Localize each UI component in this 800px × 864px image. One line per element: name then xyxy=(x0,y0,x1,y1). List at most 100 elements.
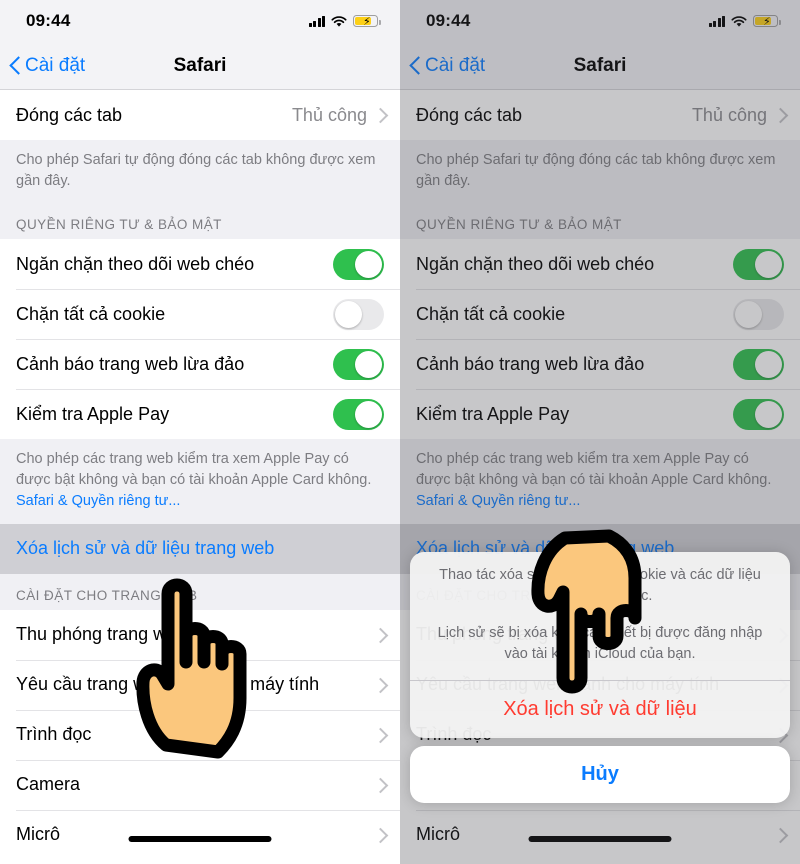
wifi-icon xyxy=(331,15,347,27)
apple-pay-footer-text: Cho phép các trang web kiểm tra xem Appl… xyxy=(416,451,772,488)
apple-pay-footer: Cho phép các trang web kiểm tra xem Appl… xyxy=(0,439,400,524)
privacy-section-header: QUYỀN RIÊNG TƯ & BẢO MẬT xyxy=(0,203,400,240)
site-settings-header: CÀI ĐẶT CHO TRANG WEB xyxy=(0,573,400,610)
chevron-left-icon xyxy=(10,56,21,75)
chevron-right-icon xyxy=(375,827,384,843)
safari-privacy-link[interactable]: Safari & Quyền riêng tư... xyxy=(16,491,384,512)
status-bar-indicators: ⚡ xyxy=(708,15,781,28)
apple-pay-footer-text: Cho phép các trang web kiểm tra xem Appl… xyxy=(16,451,372,488)
row-toggle-apple-pay[interactable]: Kiểm tra Apple Pay xyxy=(400,389,800,440)
phone-screen-before: 09:44 ⚡ Cài đặt Safari Đóng các tab Thủ … xyxy=(0,0,400,864)
toggle-fraud-warning[interactable] xyxy=(733,348,784,380)
row-toggle-apple-pay[interactable]: Kiểm tra Apple Pay xyxy=(0,389,400,440)
back-button-label: Cài đặt xyxy=(25,54,86,76)
battery-charging-icon: ⚡ xyxy=(753,15,781,28)
row-label: Đóng các tab xyxy=(16,104,123,125)
row-label: Thu phóng trang web xyxy=(16,624,187,645)
site-settings-list: Thu phóng trang web Yêu cầu trang web dà… xyxy=(0,609,400,860)
toggle-cross-site-tracking[interactable] xyxy=(333,248,384,280)
row-reader[interactable]: Trình đọc xyxy=(0,709,400,760)
status-bar-time: 09:44 xyxy=(26,11,71,30)
apple-pay-footer: Cho phép các trang web kiểm tra xem Appl… xyxy=(400,439,800,524)
toggle-cross-site-tracking[interactable] xyxy=(733,248,784,280)
row-label: Trình đọc xyxy=(16,724,92,745)
back-button[interactable]: Cài đặt xyxy=(0,55,85,77)
wifi-icon xyxy=(731,15,747,27)
row-label: Micrô xyxy=(16,824,60,845)
row-label: Xóa lịch sử và dữ liệu trang web xyxy=(16,538,275,559)
chevron-right-icon xyxy=(775,827,784,843)
chevron-left-icon xyxy=(410,56,421,75)
row-label: Kiểm tra Apple Pay xyxy=(416,403,570,424)
row-microphone[interactable]: Micrô xyxy=(0,809,400,860)
row-label: Yêu cầu trang web dành cho máy tính xyxy=(16,674,320,695)
action-sheet-message-line2: Lịch sử sẽ bị xóa khỏi các thiết bị được… xyxy=(437,625,763,663)
privacy-toggle-list: Ngăn chặn theo dõi web chéo Chặn tất cả … xyxy=(400,239,800,440)
row-toggle-block-cookies[interactable]: Chặn tất cả cookie xyxy=(400,289,800,340)
cellular-bars-icon xyxy=(308,15,325,27)
row-toggle-cross-site-tracking[interactable]: Ngăn chặn theo dõi web chéo xyxy=(400,239,800,290)
toggle-apple-pay[interactable] xyxy=(733,398,784,430)
row-label: Micrô xyxy=(416,824,460,845)
navigation-bar: Cài đặt Safari xyxy=(400,42,800,90)
settings-list: Đóng các tab Thủ công xyxy=(0,90,400,140)
clear-history-confirm-button[interactable]: Xóa lịch sử và dữ liệu xyxy=(410,681,790,738)
privacy-toggle-list: Ngăn chặn theo dõi web chéo Chặn tất cả … xyxy=(0,239,400,440)
toggle-fraud-warning[interactable] xyxy=(333,348,384,380)
status-bar: 09:44 ⚡ xyxy=(0,0,400,42)
row-toggle-cross-site-tracking[interactable]: Ngăn chặn theo dõi web chéo xyxy=(0,239,400,290)
chevron-right-icon xyxy=(375,107,384,123)
home-indicator xyxy=(128,836,272,842)
row-request-desktop-site[interactable]: Yêu cầu trang web dành cho máy tính xyxy=(0,659,400,710)
phone-screen-after: 09:44 ⚡ Cài đặt Safari Đóng các tab Thủ … xyxy=(400,0,800,864)
chevron-right-icon xyxy=(375,777,384,793)
chevron-right-icon xyxy=(775,107,784,123)
toggle-apple-pay[interactable] xyxy=(333,398,384,430)
cellular-bars-icon xyxy=(708,15,725,27)
row-label: Kiểm tra Apple Pay xyxy=(16,403,170,424)
navigation-bar: Cài đặt Safari xyxy=(0,42,400,90)
clear-history-list: Xóa lịch sử và dữ liệu trang web xyxy=(0,523,400,574)
close-tabs-footer: Cho phép Safari tự động đóng các tab khô… xyxy=(0,140,400,204)
chevron-right-icon xyxy=(375,677,384,693)
action-sheet-message-line1: Thao tác xóa sẽ xóa lịch sử, cookie và c… xyxy=(439,567,761,605)
row-clear-history[interactable]: Xóa lịch sử và dữ liệu trang web xyxy=(0,523,400,574)
row-microphone[interactable]: Micrô xyxy=(400,809,800,860)
battery-charging-icon: ⚡ xyxy=(353,15,381,28)
row-close-tabs[interactable]: Đóng các tab Thủ công xyxy=(400,90,800,140)
action-sheet-message: Thao tác xóa sẽ xóa lịch sử, cookie và c… xyxy=(410,552,790,680)
chevron-right-icon xyxy=(375,727,384,743)
row-toggle-fraud-warning[interactable]: Cảnh báo trang web lừa đảo xyxy=(0,339,400,390)
row-label: Đóng các tab xyxy=(416,104,523,125)
cancel-button[interactable]: Hủy xyxy=(410,746,790,804)
home-indicator xyxy=(528,836,672,842)
settings-list: Đóng các tab Thủ công xyxy=(400,90,800,140)
action-sheet-card: Thao tác xóa sẽ xóa lịch sử, cookie và c… xyxy=(410,552,790,739)
chevron-right-icon xyxy=(375,627,384,643)
row-close-tabs[interactable]: Đóng các tab Thủ công xyxy=(0,90,400,140)
status-bar-indicators: ⚡ xyxy=(308,15,381,28)
row-label: Cảnh báo trang web lừa đảo xyxy=(16,353,245,374)
row-label: Chặn tất cả cookie xyxy=(16,303,166,324)
toggle-block-cookies[interactable] xyxy=(333,298,384,330)
row-value: Thủ công xyxy=(291,104,367,125)
row-label: Camera xyxy=(16,774,81,795)
row-label: Ngăn chặn theo dõi web chéo xyxy=(16,253,255,274)
safari-privacy-link[interactable]: Safari & Quyền riêng tư... xyxy=(416,491,784,512)
row-page-zoom[interactable]: Thu phóng trang web xyxy=(0,609,400,660)
row-toggle-block-cookies[interactable]: Chặn tất cả cookie xyxy=(0,289,400,340)
status-bar: 09:44 ⚡ xyxy=(400,0,800,42)
row-label: Ngăn chặn theo dõi web chéo xyxy=(416,253,655,274)
row-camera[interactable]: Camera xyxy=(0,759,400,810)
privacy-section-header: QUYỀN RIÊNG TƯ & BẢO MẬT xyxy=(400,203,800,240)
back-button-label: Cài đặt xyxy=(425,54,486,76)
row-toggle-fraud-warning[interactable]: Cảnh báo trang web lừa đảo xyxy=(400,339,800,390)
row-label: Chặn tất cả cookie xyxy=(416,303,566,324)
status-bar-time: 09:44 xyxy=(426,11,471,30)
clear-history-action-sheet: Thao tác xóa sẽ xóa lịch sử, cookie và c… xyxy=(410,552,790,804)
screenshot-stage: 09:44 ⚡ Cài đặt Safari Đóng các tab Thủ … xyxy=(0,0,800,864)
row-label: Cảnh báo trang web lừa đảo xyxy=(416,353,645,374)
back-button[interactable]: Cài đặt xyxy=(400,55,485,77)
toggle-block-cookies[interactable] xyxy=(733,298,784,330)
row-value: Thủ công xyxy=(691,104,767,125)
